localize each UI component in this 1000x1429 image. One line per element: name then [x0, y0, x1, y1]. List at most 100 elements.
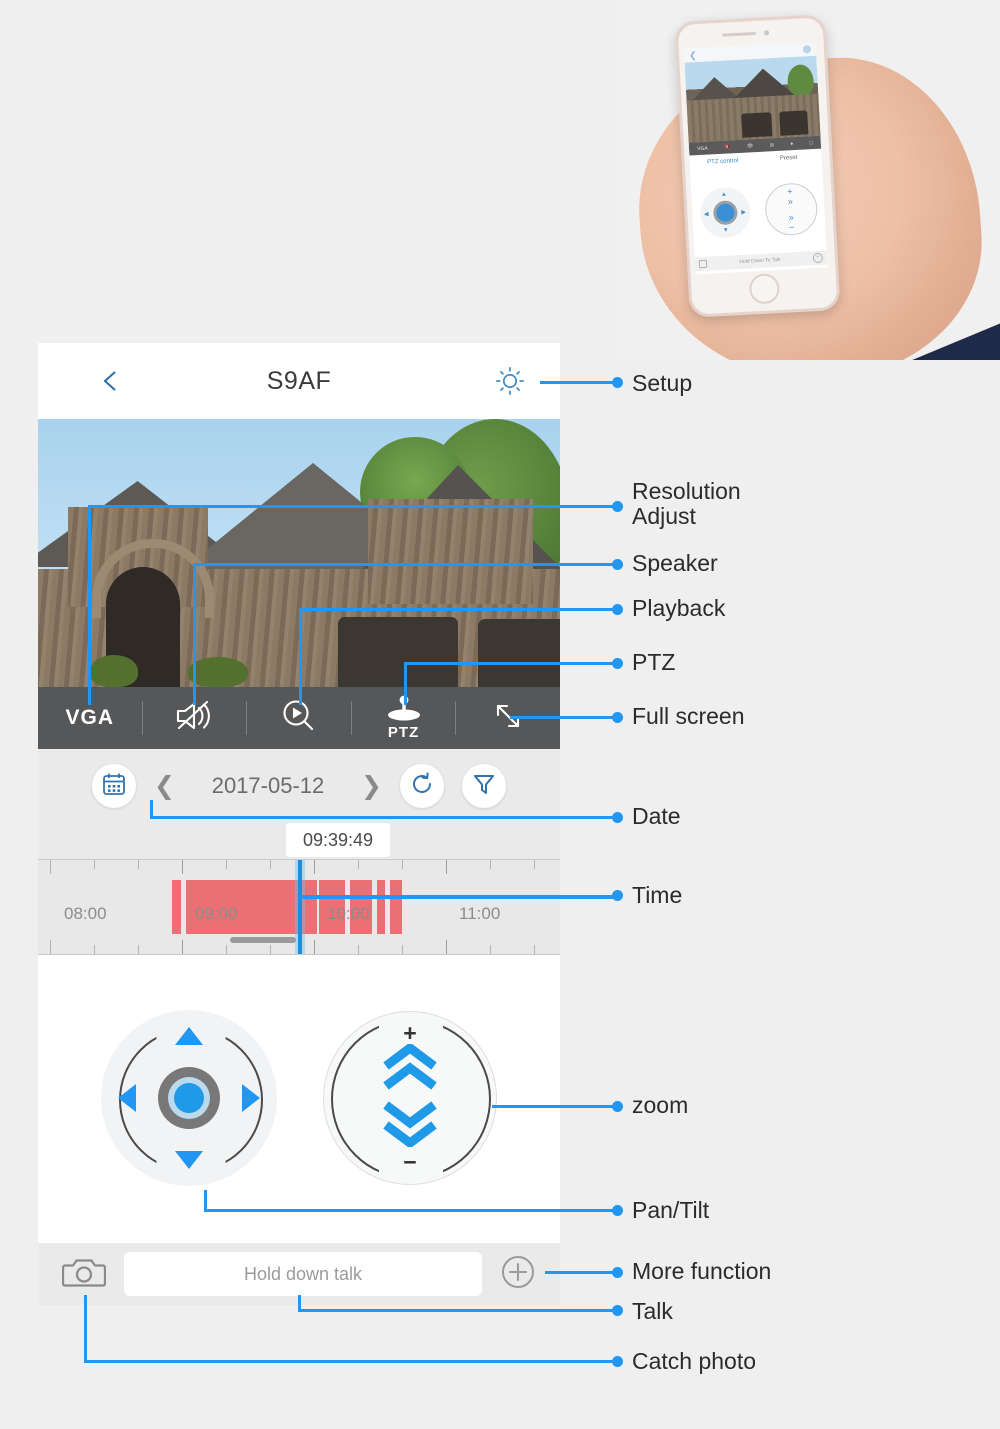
filter-icon — [471, 771, 497, 802]
annotation-time: Time — [632, 882, 683, 908]
timeline-playhead[interactable] — [298, 860, 302, 954]
pan-up-button[interactable] — [175, 1027, 203, 1045]
annotation-playback: Playback — [632, 595, 726, 621]
phone-mute-icon: 🔇 — [724, 143, 731, 151]
filter-button[interactable] — [461, 764, 506, 808]
wall-right-gable — [368, 499, 533, 604]
pan-right-button[interactable] — [242, 1084, 260, 1112]
recording-segment — [390, 880, 402, 934]
timeline-section: 09:39:49 08:00 09:00 10:00 11:00 — [38, 823, 560, 955]
talk-button[interactable]: Hold down talk — [124, 1252, 482, 1296]
leader-fullscreen-h — [510, 716, 618, 719]
timeline-track[interactable]: 08:00 09:00 10:00 11:00 — [38, 859, 560, 955]
resolution-label: VGA — [65, 706, 115, 729]
gear-icon[interactable] — [492, 363, 528, 399]
hour-label: 08:00 — [64, 904, 107, 923]
leader-dot-playback — [612, 604, 623, 615]
hour-label: 09:00 — [195, 904, 238, 923]
phone-gear-icon — [802, 45, 812, 54]
phone-playback-icon: ◎ — [769, 141, 775, 148]
zoom-plus-label: + — [403, 1020, 417, 1046]
phone-video-preview — [684, 55, 821, 143]
phone-zoom-control: + » » − — [763, 181, 819, 237]
phone-fullscreen-icon: □ — [809, 139, 813, 146]
leader-dot-setup — [612, 377, 623, 388]
hour-label: 10:00 — [327, 904, 370, 923]
annotation-speaker: Speaker — [632, 550, 718, 576]
phone-tab-preset: Preset — [779, 154, 798, 162]
phone-ptz-icon: ♦ — [790, 140, 794, 147]
annotation-pan-tilt: Pan/Tilt — [632, 1197, 710, 1223]
annotation-setup: Setup — [632, 370, 693, 396]
pan-tilt-knob[interactable] — [158, 1067, 220, 1129]
phone-roof-right — [733, 67, 794, 98]
calendar-button[interactable] — [92, 764, 137, 808]
pan-down-button[interactable] — [175, 1151, 203, 1169]
annotation-more-function: More function — [632, 1258, 772, 1284]
refresh-button[interactable] — [399, 764, 444, 808]
bush-left — [90, 655, 138, 687]
zoom-in-button[interactable] — [380, 1042, 440, 1095]
phone-roof-left — [691, 76, 738, 100]
leader-dot-time — [612, 890, 623, 901]
next-day-button[interactable]: ❯ — [361, 773, 382, 799]
pan-tilt-pad[interactable] — [101, 1010, 277, 1186]
calendar-icon — [101, 771, 127, 802]
leader-dot-resolution — [612, 501, 623, 512]
annotation-ptz: PTZ — [632, 649, 676, 675]
phone-ptz-controls: ▲ ▼ ◀ ▶ + » » − — [690, 165, 826, 258]
phone-garage-left — [741, 112, 773, 138]
garage-door-left — [338, 617, 458, 687]
leader-dot-date — [612, 812, 623, 823]
phone-home-button — [748, 273, 780, 305]
leader-dot-ptz — [612, 658, 623, 669]
recording-segment — [172, 880, 181, 934]
zoom-control[interactable]: + − — [323, 1011, 497, 1185]
pan-left-button[interactable] — [118, 1084, 136, 1112]
camera-icon[interactable] — [61, 1255, 107, 1294]
leader-talk-h — [298, 1309, 618, 1312]
leader-more-h — [545, 1271, 618, 1274]
leader-resolution-h — [88, 505, 618, 508]
phone-talk-label: Hold Down To Talk — [739, 256, 781, 266]
phone-camera-icon — [698, 259, 708, 269]
hour-label: 11:00 — [459, 904, 501, 923]
app-header: S9AF — [38, 343, 560, 419]
leader-pantilt-h — [204, 1209, 618, 1212]
phone-earpiece — [722, 31, 757, 37]
zoom-out-button[interactable] — [380, 1101, 440, 1152]
annotation-date: Date — [632, 803, 681, 829]
leader-dot-speaker — [612, 559, 623, 570]
leader-resolution-v — [88, 505, 91, 705]
ptz-label: PTZ — [387, 724, 420, 741]
back-button[interactable] — [98, 368, 124, 394]
leader-dot-talk — [612, 1305, 623, 1316]
leader-dot-more — [612, 1267, 623, 1278]
date-value[interactable]: 2017-05-12 — [193, 773, 343, 799]
leader-dot-zoom — [612, 1101, 623, 1112]
phone-plus-icon: + — [812, 252, 824, 264]
phone-garage-right — [779, 110, 809, 136]
phone-vga-label: VGA — [697, 145, 708, 152]
phone-pan-tilt-pad: ▲ ▼ ◀ ▶ — [698, 186, 752, 240]
plus-circle-icon[interactable] — [500, 1254, 536, 1295]
annotation-catch-photo: Catch photo — [632, 1348, 757, 1374]
annotation-resolution-adjust: Resolution Adjust — [632, 478, 741, 529]
ptz-control-panel: + − — [38, 953, 560, 1243]
leader-catch-v — [84, 1295, 87, 1362]
garage-door-right — [478, 619, 560, 687]
recording-segment — [377, 880, 385, 934]
phone-back-icon: ❮ — [688, 50, 697, 61]
phone-device: ❮ VGA 🔇 👁 ◎ ♦ □ PTZ control Preset ▲ ▼ ◀… — [674, 14, 841, 318]
phone-front-camera-icon — [763, 30, 770, 36]
phone-screen: ❮ VGA 🔇 👁 ◎ ♦ □ PTZ control Preset ▲ ▼ ◀… — [683, 41, 828, 275]
prev-day-button[interactable]: ❮ — [154, 773, 175, 799]
zoom-minus-label: − — [403, 1149, 417, 1175]
leader-dot-catch — [612, 1356, 623, 1367]
leader-speaker-h — [193, 563, 618, 566]
refresh-icon — [409, 771, 435, 802]
date-bar: ❮ 2017-05-12 ❯ — [38, 749, 560, 823]
timeline-scrollbar[interactable] — [230, 937, 296, 943]
annotation-zoom: zoom — [632, 1092, 689, 1118]
phone-tab-ptz-control: PTZ control — [707, 158, 739, 166]
